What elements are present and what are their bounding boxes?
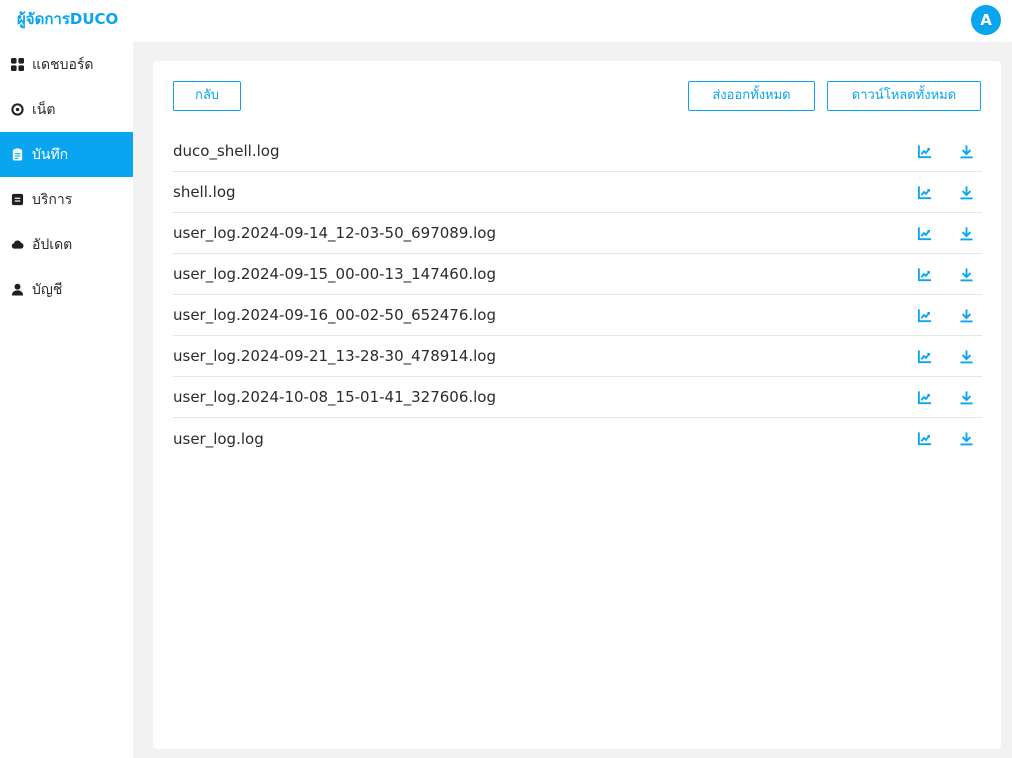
download-all-button[interactable]: ดาวน์โหลดทั้งหมด: [827, 81, 981, 111]
log-file-list: duco_shell.log shell.log user_log.2024-0…: [173, 131, 982, 459]
chart-icon[interactable]: [916, 266, 932, 282]
file-name[interactable]: user_log.2024-10-08_15-01-41_327606.log: [173, 388, 496, 406]
download-icon[interactable]: [958, 143, 974, 159]
file-name[interactable]: shell.log: [173, 183, 236, 201]
chart-icon[interactable]: [916, 389, 932, 405]
file-name[interactable]: user_log.log: [173, 430, 264, 448]
download-icon[interactable]: [958, 225, 974, 241]
table-row: user_log.log: [173, 418, 982, 459]
avatar[interactable]: A: [971, 5, 1001, 35]
list-box-icon: [10, 193, 24, 207]
cloud-icon: [10, 238, 24, 252]
table-row: user_log.2024-09-14_12-03-50_697089.log: [173, 213, 982, 254]
sidebar-item-label: บันทึก: [32, 146, 69, 163]
sidebar-item-label: บริการ: [32, 191, 73, 208]
table-row: duco_shell.log: [173, 131, 982, 172]
download-icon[interactable]: [958, 266, 974, 282]
sidebar-item-dashboard[interactable]: แดชบอร์ด: [0, 42, 133, 87]
sidebar-item-label: อัปเดต: [32, 236, 73, 253]
sidebar-item-net[interactable]: เน็ต: [0, 87, 133, 132]
download-icon[interactable]: [958, 184, 974, 200]
table-row: user_log.2024-09-15_00-00-13_147460.log: [173, 254, 982, 295]
clipboard-icon: [10, 148, 24, 162]
file-name[interactable]: duco_shell.log: [173, 142, 279, 160]
chart-icon[interactable]: [916, 307, 932, 323]
sidebar-item-label: บัญชี: [32, 281, 63, 298]
file-name[interactable]: user_log.2024-09-21_13-28-30_478914.log: [173, 347, 496, 365]
chart-icon[interactable]: [916, 225, 932, 241]
download-icon[interactable]: [958, 307, 974, 323]
file-name[interactable]: user_log.2024-09-16_00-02-50_652476.log: [173, 306, 496, 324]
download-icon[interactable]: [958, 389, 974, 405]
back-button[interactable]: กลับ: [173, 81, 241, 111]
chart-icon[interactable]: [916, 143, 932, 159]
sidebar-item-logs[interactable]: บันทึก: [0, 132, 133, 177]
download-icon[interactable]: [958, 430, 974, 446]
download-icon[interactable]: [958, 348, 974, 364]
chart-icon[interactable]: [916, 348, 932, 364]
sidebar-item-update[interactable]: อัปเดต: [0, 222, 133, 267]
sidebar-item-label: แดชบอร์ด: [32, 56, 94, 73]
logs-panel: กลับ ส่งออกทั้งหมด ดาวน์โหลดทั้งหมด duco…: [153, 61, 1001, 749]
sidebar-item-account[interactable]: บัญชี: [0, 267, 133, 312]
app-brand[interactable]: ผู้จัดการDUCO: [17, 11, 118, 27]
sidebar: แดชบอร์ด เน็ต บันทึก บริการ อัปเดต บัญชี: [0, 42, 133, 758]
top-bar: ผู้จัดการDUCO A: [0, 0, 1012, 42]
export-all-button[interactable]: ส่งออกทั้งหมด: [688, 81, 815, 111]
sidebar-item-services[interactable]: บริการ: [0, 177, 133, 222]
table-row: user_log.2024-09-21_13-28-30_478914.log: [173, 336, 982, 377]
table-row: user_log.2024-09-16_00-02-50_652476.log: [173, 295, 982, 336]
file-name[interactable]: user_log.2024-09-14_12-03-50_697089.log: [173, 224, 496, 242]
chart-icon[interactable]: [916, 430, 932, 446]
target-icon: [10, 103, 24, 117]
grid-icon: [10, 58, 24, 72]
table-row: shell.log: [173, 172, 982, 213]
table-row: user_log.2024-10-08_15-01-41_327606.log: [173, 377, 982, 418]
user-icon: [10, 283, 24, 297]
chart-icon[interactable]: [916, 184, 932, 200]
sidebar-item-label: เน็ต: [32, 101, 56, 118]
file-name[interactable]: user_log.2024-09-15_00-00-13_147460.log: [173, 265, 496, 283]
